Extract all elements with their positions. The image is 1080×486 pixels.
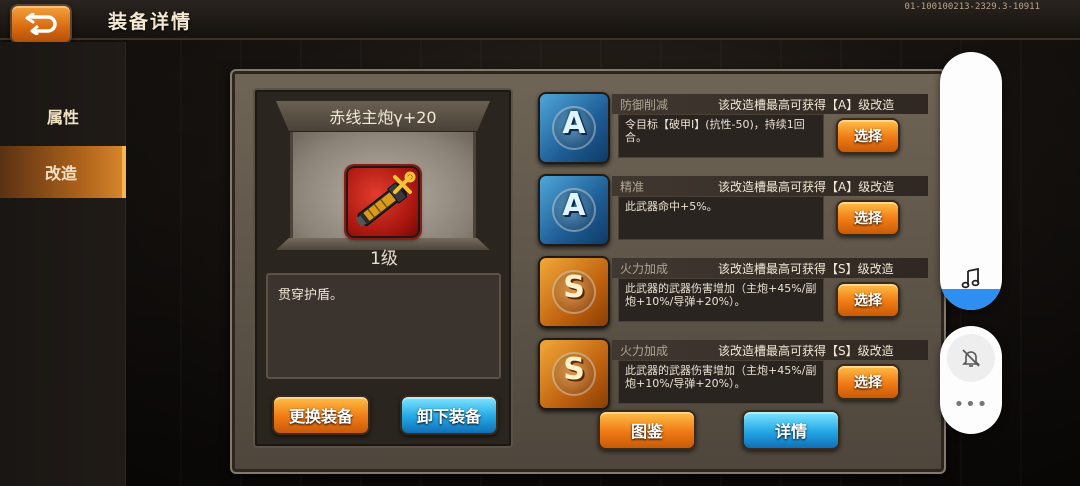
mod-select-button[interactable]: 选择	[836, 200, 900, 236]
tab-attributes[interactable]: 属性	[0, 90, 126, 142]
mod-effect: 此武器的武器伤害增加（主炮+45%/副炮+10%/导弹+20%）。	[618, 360, 824, 404]
volume-slider[interactable]	[940, 52, 1002, 310]
equipment-level: 1级	[370, 249, 398, 269]
mod-effect: 令目标【破甲Ⅰ】(抗性-50)，持续1回合。	[618, 114, 824, 158]
mod-name: 火力加成	[620, 344, 669, 358]
equipment-name: 赤线主炮γ+20	[276, 101, 490, 131]
mod-effect: 此武器的武器伤害增加（主炮+45%/副炮+10%/导弹+20%）。	[618, 278, 824, 322]
mod-grade: S	[563, 270, 585, 305]
mod-name: 火力加成	[620, 262, 669, 276]
mod-effect: 此武器命中+5%。	[618, 196, 824, 240]
volume-fill	[940, 289, 1002, 310]
mod-name: 精准	[620, 180, 645, 194]
equipment-description: 贯穿护盾。	[266, 273, 501, 379]
mod-grade: A	[562, 106, 586, 141]
mute-button[interactable]	[947, 334, 995, 382]
mod-slot: A 精准 该改造槽最高可获得【A】级改造 此武器命中+5%。 选择	[528, 174, 930, 246]
mod-slot: A 防御削减 该改造槽最高可获得【A】级改造 令目标【破甲Ⅰ】(抗性-50)，持…	[528, 92, 930, 164]
detail-button[interactable]: 详情	[742, 410, 840, 450]
grade-a-badge-icon: A	[538, 174, 610, 246]
grade-s-badge-icon: S	[538, 256, 610, 328]
mod-cap-text: 该改造槽最高可获得【A】级改造	[718, 180, 895, 194]
mod-select-button[interactable]: 选择	[836, 282, 900, 318]
cannon-barrel-icon[interactable]	[346, 166, 420, 238]
more-options-button[interactable]: •••	[952, 394, 990, 420]
sidebar: 属性 改造	[0, 42, 126, 486]
back-arrow-icon	[25, 13, 57, 35]
grade-a-badge-icon: A	[538, 92, 610, 164]
page-title: 装备详情	[108, 11, 193, 33]
mod-cap-text: 该改造槽最高可获得【S】级改造	[718, 262, 894, 276]
mod-slot: S 火力加成 该改造槽最高可获得【S】级改造 此武器的武器伤害增加（主炮+45%…	[528, 338, 930, 410]
back-button[interactable]	[10, 4, 72, 44]
atlas-button[interactable]: 图鉴	[598, 410, 696, 450]
mod-name: 防御削减	[620, 98, 669, 112]
mod-cap-text: 该改造槽最高可获得【A】级改造	[718, 98, 895, 112]
mod-grade: S	[563, 352, 585, 387]
tab-modify[interactable]: 改造	[0, 146, 126, 198]
build-id-text: 01-100100213-2329.3-10911	[904, 2, 1040, 12]
mod-grade: A	[562, 188, 586, 223]
bell-off-icon	[962, 349, 980, 367]
mod-select-button[interactable]: 选择	[836, 364, 900, 400]
music-note-icon	[961, 268, 980, 289]
quick-panel: •••	[940, 326, 1002, 434]
mod-slot: S 火力加成 该改造槽最高可获得【S】级改造 此武器的武器伤害增加（主炮+45%…	[528, 256, 930, 328]
grade-s-badge-icon: S	[538, 338, 610, 410]
top-bar: 装备详情 01-100100213-2329.3-10911	[0, 0, 1080, 44]
change-equipment-button[interactable]: 更换装备	[272, 395, 370, 435]
mod-cap-text: 该改造槽最高可获得【S】级改造	[718, 344, 894, 358]
mod-select-button[interactable]: 选择	[836, 118, 900, 154]
unequip-button[interactable]: 卸下装备	[400, 395, 498, 435]
